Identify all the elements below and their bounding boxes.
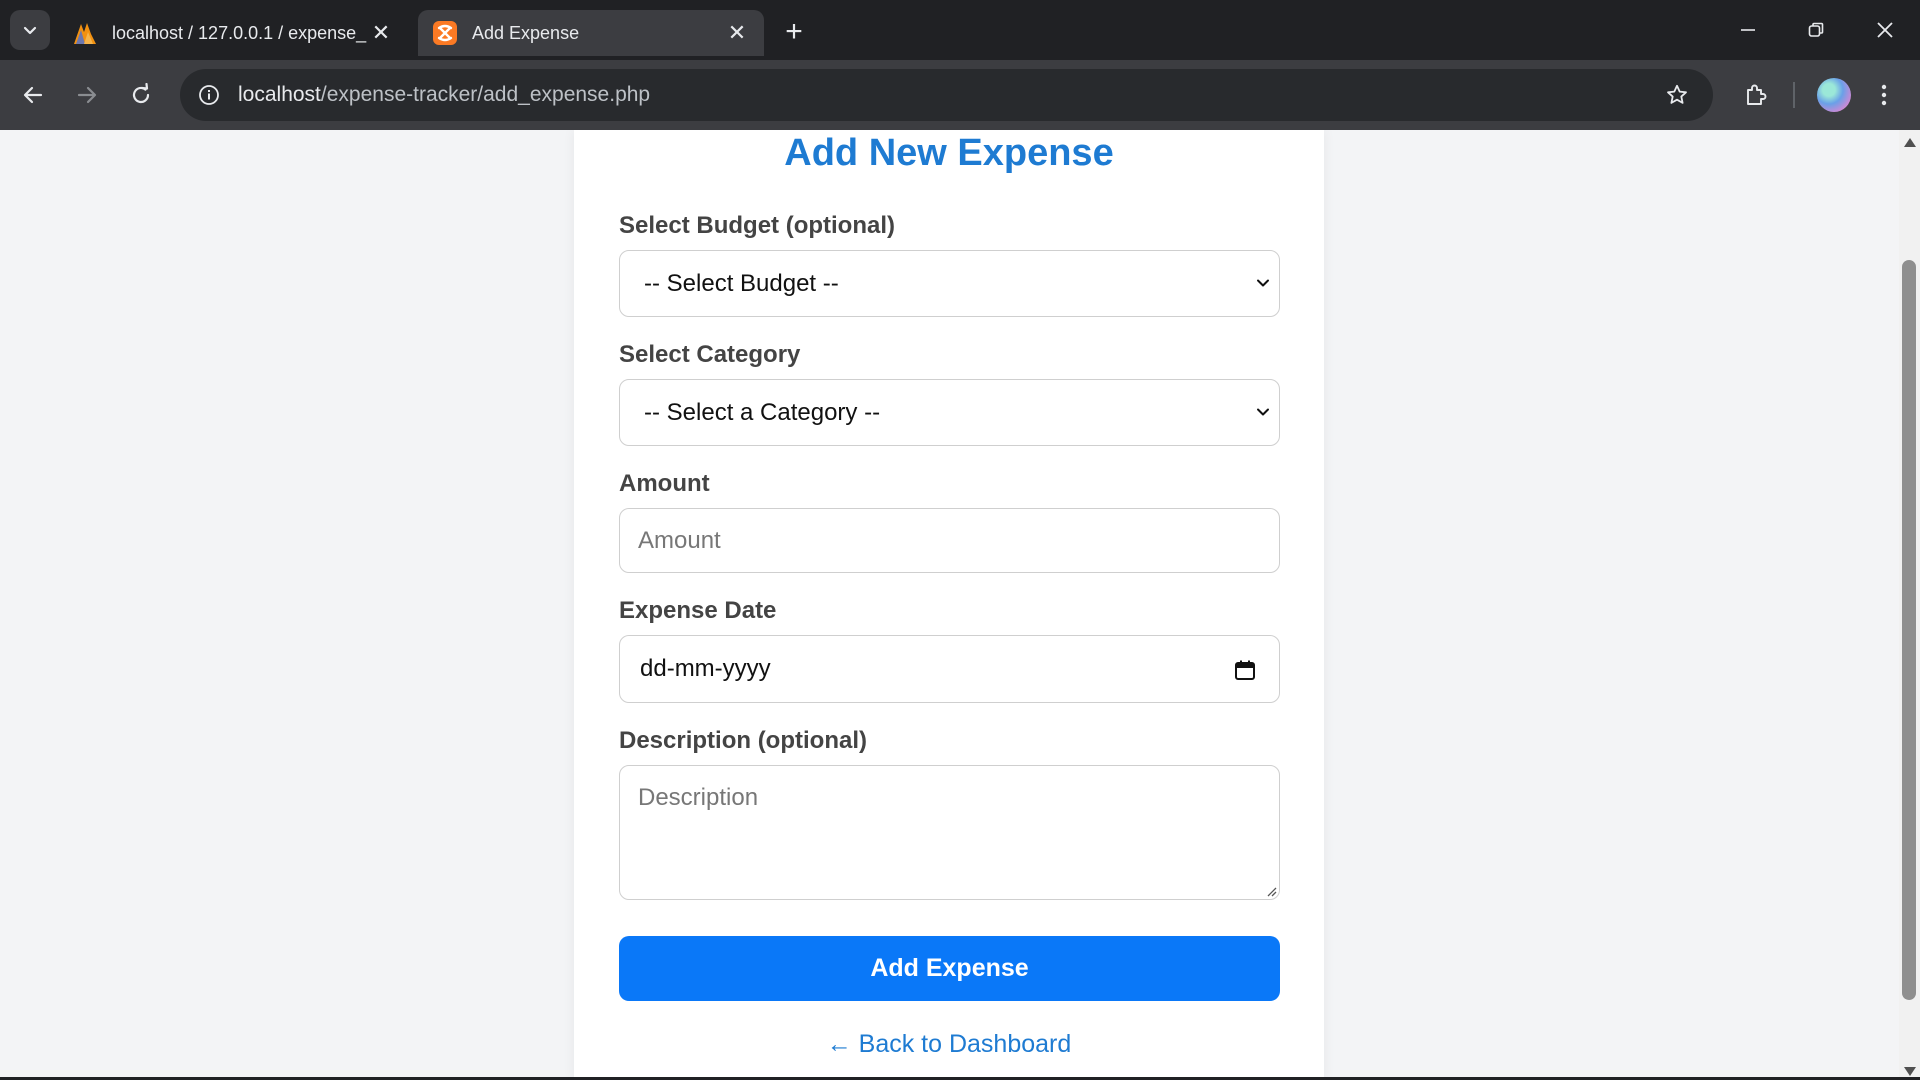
tab-search-button[interactable] [10, 10, 50, 50]
tab-title: Add Expense [472, 22, 580, 43]
budget-label: Select Budget (optional) [619, 212, 895, 239]
reload-button[interactable] [120, 74, 162, 116]
restore-icon [1808, 22, 1824, 37]
tab-add-expense[interactable]: Add Expense ✕ [418, 10, 764, 56]
forward-button[interactable] [66, 74, 108, 116]
close-tab-icon[interactable]: ✕ [368, 20, 394, 46]
scroll-up-arrow-icon[interactable] [1904, 138, 1916, 147]
info-icon [199, 85, 219, 105]
amount-input[interactable] [619, 508, 1280, 573]
plus-icon: + [785, 15, 803, 48]
calendar-icon[interactable] [1233, 658, 1257, 682]
back-to-dashboard-link[interactable]: ← Back to Dashboard [574, 1030, 1324, 1059]
close-window-button[interactable] [1857, 8, 1913, 52]
resize-grip-icon[interactable] [1265, 885, 1277, 897]
restore-button[interactable] [1788, 8, 1844, 52]
minimize-icon [1741, 29, 1755, 31]
back-button[interactable] [12, 74, 54, 116]
toolbar-divider [1793, 82, 1795, 108]
close-tab-icon[interactable]: ✕ [724, 20, 750, 46]
new-tab-button[interactable]: + [776, 14, 812, 50]
bookmark-star-button[interactable] [1661, 79, 1693, 111]
close-icon [1877, 22, 1893, 38]
category-selected-value: -- Select a Category -- [644, 398, 881, 426]
expense-date-input[interactable]: dd-mm-yyyy [619, 635, 1280, 703]
budget-select[interactable]: -- Select Budget -- [619, 250, 1280, 317]
url-text[interactable]: localhost/expense-tracker/add_expense.ph… [238, 83, 650, 107]
page-viewport: Add New Expense Select Budget (optional)… [0, 130, 1899, 1080]
browser-tab-strip: localhost / 127.0.0.1 / expense_ ✕ Add E… [0, 0, 1920, 60]
scrollbar-thumb[interactable] [1902, 260, 1916, 1000]
phpmyadmin-icon [74, 23, 96, 44]
more-vertical-icon [1881, 84, 1887, 106]
extensions-button[interactable] [1735, 74, 1777, 116]
vertical-scrollbar[interactable] [1899, 130, 1920, 1080]
category-label: Select Category [619, 341, 801, 368]
expense-date-label: Expense Date [619, 597, 777, 624]
tab-phpmyadmin[interactable]: localhost / 127.0.0.1 / expense_ ✕ [58, 10, 408, 56]
arrow-left-icon [23, 86, 43, 104]
description-textarea[interactable] [619, 765, 1280, 900]
star-icon [1667, 84, 1687, 104]
expense-form-card: Add New Expense Select Budget (optional)… [574, 130, 1324, 1080]
category-select[interactable]: -- Select a Category -- [619, 379, 1280, 446]
xampp-icon [433, 21, 457, 45]
chevron-down-icon [23, 26, 37, 35]
minimize-button[interactable] [1720, 8, 1776, 52]
reload-icon [132, 83, 150, 104]
puzzle-icon [1747, 84, 1767, 105]
add-expense-button[interactable]: Add Expense [619, 936, 1280, 1001]
tab-title: localhost / 127.0.0.1 / expense_ [112, 22, 367, 43]
date-value: dd-mm-yyyy [640, 655, 771, 682]
budget-selected-value: -- Select Budget -- [644, 269, 839, 297]
url-host: localhost [238, 83, 321, 106]
profile-avatar[interactable] [1817, 78, 1851, 112]
chevron-down-icon [1257, 408, 1269, 416]
url-path: /expense-tracker/add_expense.php [320, 83, 651, 106]
scroll-down-arrow-icon[interactable] [1904, 1067, 1916, 1076]
site-info-button[interactable] [192, 78, 226, 112]
description-wrapper [574, 765, 1324, 900]
chevron-down-icon [1257, 279, 1269, 287]
address-bar[interactable]: localhost/expense-tracker/add_expense.ph… [180, 69, 1713, 121]
description-label: Description (optional) [619, 727, 867, 754]
amount-label: Amount [619, 470, 710, 497]
page-title: Add New Expense [784, 132, 1114, 174]
arrow-right-icon [77, 86, 97, 104]
browser-menu-button[interactable] [1868, 74, 1900, 116]
browser-toolbar: localhost/expense-tracker/add_expense.ph… [0, 60, 1920, 130]
